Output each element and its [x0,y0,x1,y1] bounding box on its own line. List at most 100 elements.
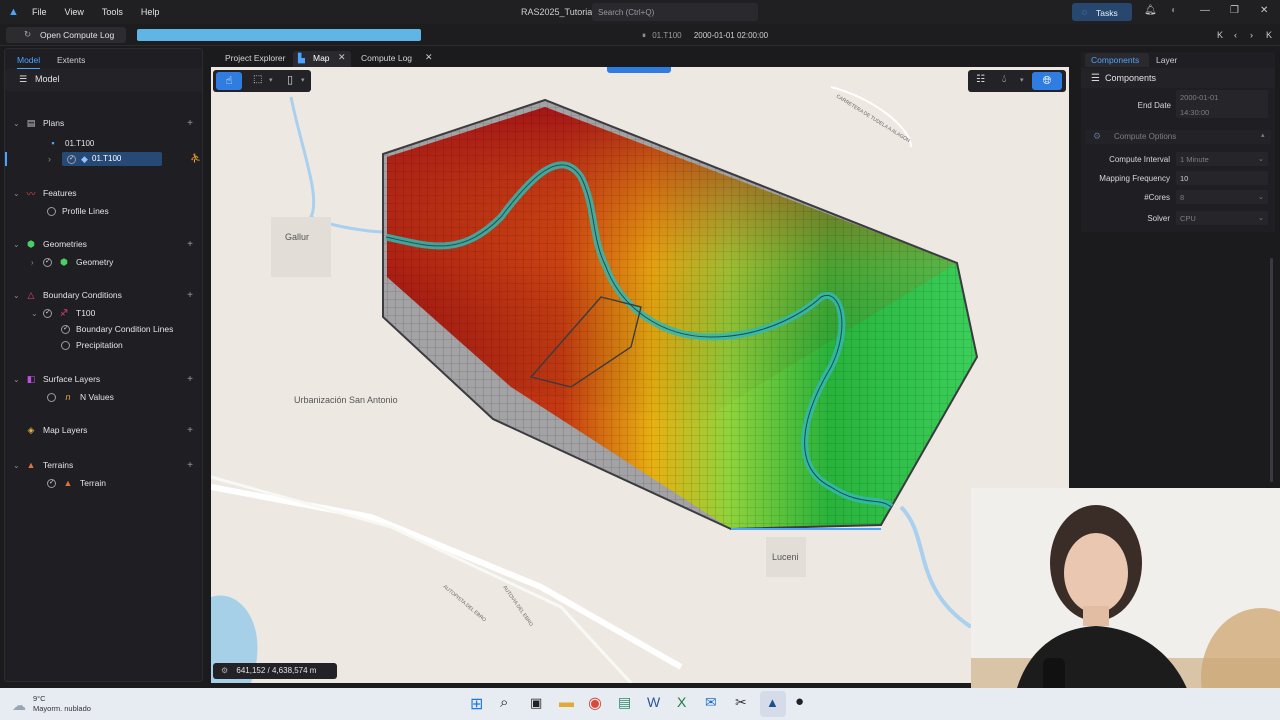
theme-icon[interactable]: ◐ [1171,5,1177,16]
add-geometry-icon[interactable]: + [187,239,193,250]
tree-profile-lines[interactable]: Profile Lines [47,203,109,219]
tab-model[interactable]: Model [17,55,41,70]
tree-terrain[interactable]: ▲ Terrain [47,475,106,491]
obs-icon[interactable]: ● [795,693,804,710]
excel-icon[interactable]: X [677,694,686,710]
chevron-down-icon[interactable]: ⌄ [13,240,25,249]
map-svg[interactable]: Gallur Urbanización San Antonio Luceni C… [211,67,1069,683]
tree-features[interactable]: ⌄ 〰 Features [13,185,203,201]
geometry-checkbox[interactable] [43,257,52,267]
last-step-button[interactable]: K [1266,30,1272,40]
open-compute-log-button[interactable]: ↻ Open Compute Log [6,27,126,43]
tree-geometry[interactable]: › ⬢ Geometry [31,254,113,270]
compute-interval-select[interactable]: 1 Minute ⌄ [1176,152,1268,166]
close-icon[interactable]: ✕ [1260,5,1268,16]
tasks-button[interactable]: ◌ Tasks [1072,3,1132,21]
cores-select[interactable]: 8 ⌄ [1176,190,1268,204]
menu-view[interactable]: View [65,7,84,17]
chevron-down-icon[interactable]: ⌄ [31,309,43,318]
tree-n-values[interactable]: n N Values [47,389,114,405]
run-icon[interactable]: ⛹ [190,153,201,164]
notepad-icon[interactable]: ▤ [618,694,631,711]
chevron-down-icon[interactable]: ▾ [1020,76,1024,84]
minimize-icon[interactable]: — [1200,5,1210,16]
add-boundary-condition-icon[interactable]: + [187,290,193,301]
chevron-down-icon[interactable]: ⌄ [13,375,25,384]
tab-layer[interactable]: Layer [1156,55,1177,65]
close-map-tab-icon[interactable]: ✕ [338,52,346,63]
word-icon[interactable]: W [647,694,660,710]
settings-gear-icon[interactable]: ⚙ [221,666,228,675]
solver-select[interactable]: CPU ⌄ [1176,211,1268,225]
right-panel-scrollbar[interactable] [1270,258,1273,482]
bell-icon[interactable]: 🔔︎ [1144,5,1157,16]
tree-t100[interactable]: ⌄ ♐ T100 [31,305,95,321]
chrome-icon[interactable]: ◉ [588,693,602,713]
map-drag-handle[interactable] [607,67,671,73]
outlook-icon[interactable]: ✉ [705,694,717,711]
tab-components[interactable]: Components [1091,55,1139,65]
tab-compute-log[interactable]: Compute Log [361,53,412,63]
water-drops-icon[interactable]: 💧︎ [1002,73,1006,86]
compute-options-header[interactable]: ⚙ Compute Options ▴ [1085,130,1271,144]
maximize-icon[interactable]: ❐ [1230,5,1239,16]
tab-map[interactable]: ▙ Map ✕ [293,51,351,67]
menu-file[interactable]: File [32,7,47,17]
precipitation-checkbox[interactable] [61,340,70,350]
pan-tool-icon[interactable]: ☝ [216,72,242,90]
chevron-down-icon[interactable]: ⌄ [13,119,25,128]
t100-checkbox[interactable] [43,308,52,318]
mapping-frequency-input[interactable]: 10 [1176,171,1268,185]
first-step-button[interactable]: K [1217,30,1223,40]
tree-bc-lines[interactable]: Boundary Condition Lines [61,321,173,337]
snipping-tool-icon[interactable]: ✂ [735,694,747,711]
map-canvas[interactable]: Gallur Urbanización San Antonio Luceni C… [211,67,1069,683]
layers-filter-icon[interactable]: ☷ [976,74,985,85]
basemap-globe-icon[interactable]: 🌐︎ [1032,72,1062,90]
next-step-button[interactable]: › [1250,30,1253,40]
taskview-icon[interactable]: ▣ [530,695,542,711]
chevron-up-icon[interactable]: ▴ [1261,131,1265,139]
chevron-down-icon[interactable]: ▾ [269,76,273,84]
tree-boundary-conditions[interactable]: ⌄ △ Boundary Conditions + [13,287,203,303]
tab-project-explorer[interactable]: Project Explorer [225,53,285,63]
menu-help[interactable]: Help [141,7,160,17]
tree-plans[interactable]: ⌄ ▤ Plans + [13,115,203,131]
chevron-down-icon[interactable]: ⌄ [13,189,25,198]
add-plan-icon[interactable]: + [187,118,193,129]
search-input[interactable]: Search (Ctrl+Q) [592,3,758,21]
windows-start-icon[interactable]: ⊞ [470,694,483,714]
profile-lines-checkbox[interactable] [47,206,56,216]
prev-step-button[interactable]: ‹ [1234,30,1237,40]
add-surface-layer-icon[interactable]: + [187,374,193,385]
measure-tool-icon[interactable]: ▯ [287,73,293,86]
add-map-layer-icon[interactable]: + [187,425,193,436]
search-icon[interactable]: ⌕ [500,694,508,711]
chevron-right-icon[interactable]: › [48,154,51,164]
tree-plan-item-row[interactable]: › ◆ 01.T100 ⛹ [5,152,202,166]
tree-geometries[interactable]: ⌄ ⬢ Geometries + [13,236,203,252]
pause-icon[interactable]: ⏸ [642,31,646,40]
components-list-icon: ☰ [1091,73,1100,84]
end-date-field[interactable]: 2000-01-01 14:30:00 [1176,90,1268,118]
ras-app-taskbar-button[interactable]: ▲ [760,691,786,717]
tree-precipitation[interactable]: Precipitation [61,337,123,353]
menu-tools[interactable]: Tools [102,7,123,17]
tree-surface-layers[interactable]: ⌄ ◧ Surface Layers + [13,371,203,387]
chevron-right-icon[interactable]: › [31,258,43,267]
plan-item-checkbox[interactable] [67,154,76,164]
file-explorer-icon[interactable]: ▬ [559,694,574,711]
select-tool-icon[interactable]: ⬚ [253,74,262,85]
tree-terrains[interactable]: ⌄ ▲ Terrains + [13,457,203,473]
chevron-down-icon[interactable]: ⌄ [13,291,25,300]
chevron-down-icon[interactable]: ▾ [301,76,305,84]
add-terrain-icon[interactable]: + [187,460,193,471]
tree-plan-group[interactable]: ▪ 01.T100 [47,135,94,151]
tab-extents[interactable]: Extents [57,55,85,65]
terrain-checkbox[interactable] [47,478,56,488]
chevron-down-icon[interactable]: ⌄ [13,461,25,470]
n-values-checkbox[interactable] [47,392,56,402]
close-compute-log-tab-icon[interactable]: ✕ [425,52,433,63]
tree-map-layers[interactable]: ◈ Map Layers + [25,422,203,438]
bc-lines-checkbox[interactable] [61,324,70,334]
